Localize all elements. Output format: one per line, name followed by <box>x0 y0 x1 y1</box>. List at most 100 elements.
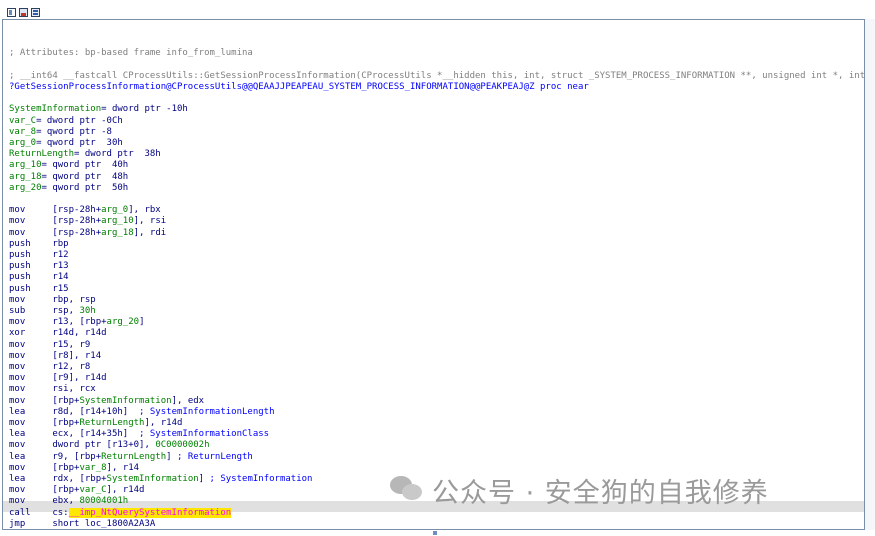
code-token: ], rdi <box>133 227 167 238</box>
code-token: ], rsi <box>133 216 167 227</box>
code-token: mov ebx, <box>9 496 80 507</box>
code-token: mov [r8], r14 <box>9 350 102 361</box>
code-line[interactable]: var_8= qword ptr -8 <box>9 127 112 138</box>
code-line[interactable]: lea ecx, [r14+35h] ; SystemInformationCl… <box>9 429 269 440</box>
code-line[interactable]: mov [rbp+var_8], r14 <box>9 463 139 474</box>
code-token: ReturnLength <box>101 451 167 462</box>
chart-icon[interactable] <box>19 8 28 17</box>
code-line[interactable]: mov ebx, 80004001h <box>9 496 128 507</box>
code-token: = dword ptr -10h <box>101 104 188 115</box>
code-line[interactable]: arg_20= qword ptr 50h <box>9 183 128 194</box>
code-token: var_C <box>79 485 107 496</box>
horizontal-scroll-indicator[interactable] <box>433 531 437 535</box>
code-token: mov [rbp+ <box>9 462 80 473</box>
code-line[interactable]: push r12 <box>9 250 69 261</box>
code-token: push r14 <box>9 272 69 283</box>
code-line[interactable]: mov [rsp-28h+arg_0], rbx <box>9 205 161 216</box>
code-token: ; SystemInformationLength <box>128 406 275 417</box>
code-line[interactable]: mov rbp, rsp <box>9 295 96 306</box>
code-token: arg_18 <box>101 227 134 238</box>
code-token: arg_20 <box>9 182 42 193</box>
code-line[interactable]: arg_18= qword ptr 48h <box>9 172 128 183</box>
code-token: = qword ptr -8 <box>36 126 112 137</box>
code-line[interactable]: mov [rbp+SystemInformation], edx <box>9 396 204 407</box>
code-token: mov rsi, rcx <box>9 384 96 395</box>
graph-view-icon[interactable] <box>7 8 16 17</box>
code-token: ; ReturnLength <box>171 451 253 462</box>
code-line[interactable]: var_C= dword ptr -0Ch <box>9 116 123 127</box>
code-token: ], r14 <box>106 462 140 473</box>
code-token: ], edx <box>171 395 205 406</box>
code-token: = qword ptr 40h <box>41 160 129 171</box>
code-token: arg_0 <box>9 138 37 148</box>
code-token: ; SystemInformation <box>204 474 313 484</box>
code-token: ?GetSessionProcessInformation@CProcessUt… <box>9 82 589 92</box>
code-line[interactable]: SystemInformation= dword ptr -10h <box>9 104 188 115</box>
code-token: SystemInformation <box>9 104 102 115</box>
code-line[interactable]: lea r8d, [r14+10h] ; SystemInformationLe… <box>9 407 275 418</box>
toolbar <box>0 0 875 20</box>
code-line[interactable]: call cs:__imp_NtQuerySystemInformation <box>9 507 232 519</box>
code-line[interactable]: mov [rbp+var_C], r14d <box>9 485 144 496</box>
code-line[interactable]: mov [r9], r14d <box>9 373 107 384</box>
watermark-text: 公众号 · 安全狗的自我修养 <box>432 477 769 509</box>
code-line[interactable]: ; Attributes: bp-based frame info_from_l… <box>9 48 253 59</box>
code-token: push r15 <box>9 283 69 294</box>
code-token: = qword ptr 50h <box>41 182 129 193</box>
code-token: = dword ptr 38h <box>74 149 161 160</box>
code-line[interactable]: push rbp <box>9 239 69 250</box>
code-token: mov r13, [rbp+ <box>9 317 107 328</box>
code-line[interactable]: mov r15, r9 <box>9 340 90 351</box>
code-line[interactable]: push r13 <box>9 261 69 272</box>
code-token: var_8 <box>9 126 37 137</box>
code-line[interactable]: mov r13, [rbp+arg_20] <box>9 317 144 328</box>
code-token: var_8 <box>79 462 107 473</box>
code-line[interactable]: mov [rsp-28h+arg_18], rdi <box>9 228 166 239</box>
code-token: ], rbx <box>128 205 161 216</box>
code-line[interactable]: lea rdx, [rbp+SystemInformation] ; Syste… <box>9 474 312 485</box>
code-token: mov [rbp+ <box>9 418 80 428</box>
vertical-scrollbar[interactable] <box>865 19 875 530</box>
code-token: = qword ptr 48h <box>41 171 129 182</box>
code-line[interactable]: xor r14d, r14d <box>9 328 107 339</box>
code-token: ReturnLength <box>79 418 145 428</box>
code-token: 0C0000002h <box>155 440 210 451</box>
code-line[interactable]: ?GetSessionProcessInformation@CProcessUt… <box>9 82 589 93</box>
code-line[interactable]: sub rsp, 30h <box>9 306 96 317</box>
code-token: mov [rbp+ <box>9 485 80 496</box>
code-token: ], r14d <box>144 418 183 428</box>
code-line[interactable]: mov [rbp+ReturnLength], r14d <box>9 418 182 429</box>
code-token: ; __int64 __fastcall CProcessUtils::GetS… <box>9 70 865 81</box>
code-token: 30h <box>79 306 96 316</box>
code-token: arg_10 <box>9 160 42 171</box>
code-token: 80004001h <box>79 496 129 507</box>
code-token: SystemInformation <box>79 395 172 406</box>
code-line[interactable]: arg_10= qword ptr 40h <box>9 160 128 171</box>
code-token: ; Attributes: bp-based frame info_from_l… <box>9 48 253 59</box>
code-line[interactable]: push r14 <box>9 272 69 283</box>
code-token: lea rdx, [rbp+ <box>9 474 107 484</box>
code-token: mov [rsp-28h+ <box>9 227 102 238</box>
wechat-logo-icon <box>390 476 424 504</box>
text-view-icon[interactable] <box>31 8 40 17</box>
code-line[interactable]: mov [rsp-28h+arg_10], rsi <box>9 216 166 227</box>
code-line[interactable]: jmp short loc_1800A2A3A <box>9 519 155 529</box>
code-token: mov [r9], r14d <box>9 373 107 384</box>
code-line[interactable]: push r15 <box>9 284 69 295</box>
code-line[interactable]: mov rsi, rcx <box>9 384 96 395</box>
code-token: var_C <box>9 115 37 126</box>
code-line[interactable]: ; __int64 __fastcall CProcessUtils::GetS… <box>9 70 865 82</box>
code-token: SystemInformation <box>106 474 199 484</box>
disassembly-view[interactable]: ; Attributes: bp-based frame info_from_l… <box>2 19 865 530</box>
code-token: call cs: <box>9 507 69 518</box>
code-token: xor r14d, r14d <box>9 328 107 339</box>
code-line[interactable]: mov dword ptr [r13+0], 0C0000002h <box>9 440 210 451</box>
code-token: arg_10 <box>101 216 134 227</box>
code-line[interactable]: mov r12, r8 <box>9 362 90 373</box>
code-line[interactable]: ReturnLength= dword ptr 38h <box>9 149 161 160</box>
code-line[interactable]: lea r9, [rbp+ReturnLength] ; ReturnLengt… <box>9 452 253 463</box>
highlighted-symbol: __imp_NtQuerySystemInformation <box>68 507 232 518</box>
code-token: = qword ptr 30h <box>36 138 123 148</box>
code-line[interactable]: arg_0= qword ptr 30h <box>9 138 123 149</box>
code-line[interactable]: mov [r8], r14 <box>9 351 101 362</box>
